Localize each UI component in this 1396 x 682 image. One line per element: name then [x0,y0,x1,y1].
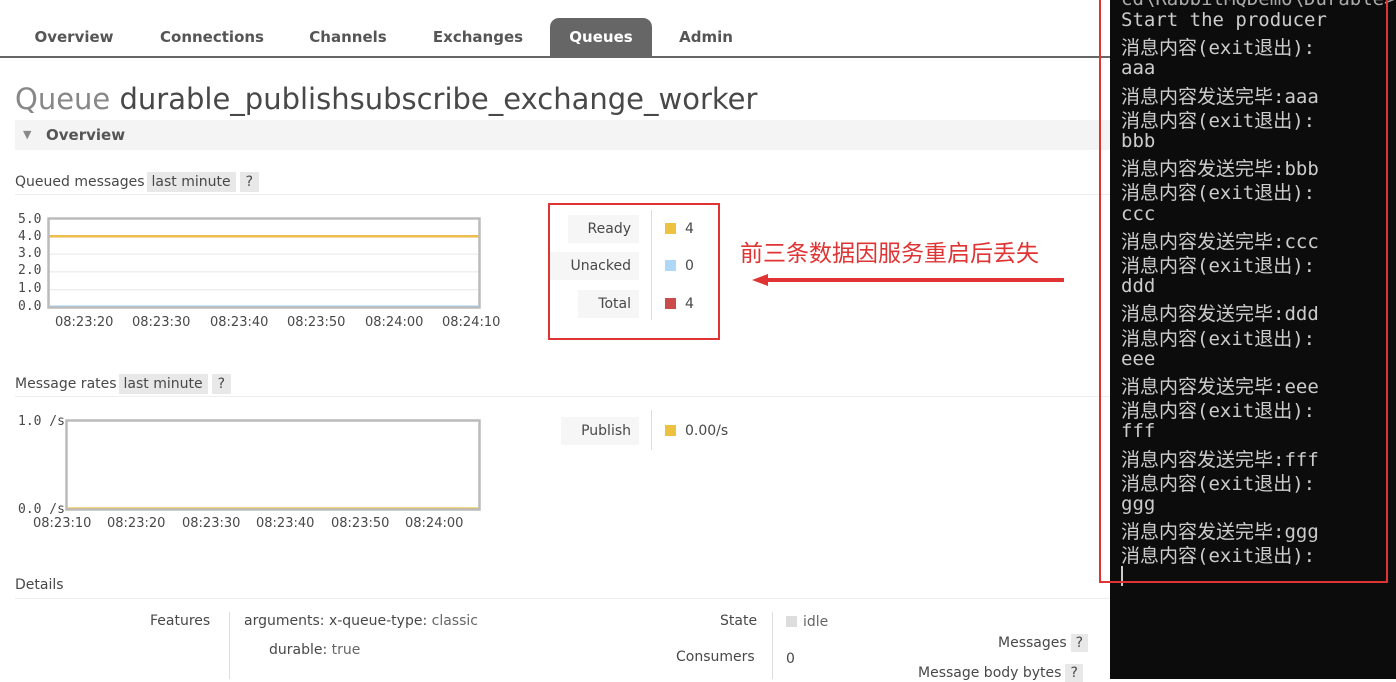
divider [15,598,1110,599]
queued-messages-chart [47,217,481,309]
body-bytes-label: Message body bytes? [918,664,1083,682]
queued-messages-title: Queued messages [15,174,145,190]
divider [15,194,1110,195]
tab-channels[interactable]: Channels [298,18,398,56]
consumers-label: Consumers [676,649,755,665]
tab-overview[interactable]: Overview [18,18,130,56]
details-title: Details [15,577,64,593]
queued-range-selector[interactable]: last minute [146,172,236,192]
x-tick: 08:23:30 [132,315,191,330]
highlight-box-terminal [1099,0,1388,583]
message-rates-title: Message rates [15,376,117,392]
tab-exchanges[interactable]: Exchanges [420,18,536,56]
nav-divider [0,56,1110,58]
tab-connections[interactable]: Connections [150,18,274,56]
details-separator [229,612,230,679]
x-tick: 08:23:50 [287,315,346,330]
queue-name: durable_publishsubscribe_exchange_worker [119,82,758,116]
queued-help-button[interactable]: ? [239,172,260,192]
collapse-triangle-icon: ▼ [23,128,32,141]
arguments-key: arguments: [244,613,325,629]
y-tick: 0.0 [18,299,42,314]
legend-separator [651,410,652,450]
consumers-value: 0 [786,651,795,667]
queued-messages-header: Queued messages last minute? [15,172,260,192]
x-tick: 08:24:00 [365,315,424,330]
queue-type-value: classic [431,613,478,629]
y-tick: 1.0 /s [18,414,65,429]
x-tick: 08:23:20 [107,516,166,531]
messages-help-button[interactable]: ? [1070,634,1089,652]
rates-help-button[interactable]: ? [211,374,232,394]
legend-publish: Publish [540,417,639,445]
state-label: State [720,613,758,629]
x-tick: 08:24:00 [405,516,464,531]
durable-key: durable: [269,642,328,658]
top-nav: Overview Connections Channels Exchanges … [0,0,1110,58]
feature-durable: durable: true [269,642,360,658]
x-tick: 08:23:10 [33,516,92,531]
overview-section-label: Overview [46,126,126,144]
y-tick: 1.0 [18,281,42,296]
x-tick: 08:24:10 [442,315,501,330]
legend-label: Publish [561,417,639,445]
annotation-arrow [752,274,1064,286]
legend-publish-value: 0.00/s [665,423,728,439]
messages-label: Messages? [998,634,1089,652]
y-tick: 3.0 [18,246,42,261]
legend-value: 0.00/s [685,423,729,439]
durable-value: true [331,642,361,658]
features-label: Features [150,613,211,629]
body-bytes-help-button[interactable]: ? [1065,664,1083,682]
highlight-box-legend [548,203,720,340]
y-tick: 2.0 [18,263,42,278]
tab-admin[interactable]: Admin [668,18,744,56]
plot-frame [65,419,481,511]
x-tick: 08:23:30 [182,516,241,531]
divider [15,396,1110,397]
tab-queues[interactable]: Queues [550,18,652,56]
y-tick: 4.0 [18,229,42,244]
state-text: idle [803,614,829,630]
messages-text: Messages [998,635,1067,651]
x-tick: 08:23:40 [210,315,269,330]
feature-arguments: arguments: x-queue-type: classic [244,613,478,629]
x-tick: 08:23:40 [256,516,315,531]
state-value: idle [786,614,828,630]
overview-section-toggle[interactable]: ▼ Overview [15,120,1110,150]
y-tick: 0.0 /s [18,502,65,517]
annotation-text: 前三条数据因服务重启后丢失 [740,241,1039,267]
idle-status-icon [786,616,797,627]
page-title: Queue durable_publishsubscribe_exchange_… [15,82,757,116]
queue-type-key: x-queue-type: [328,613,428,629]
x-tick: 08:23:50 [331,516,390,531]
y-tick: 5.0 [18,212,42,227]
message-rates-header: Message rates last minute? [15,374,232,394]
swatch-publish [665,425,676,436]
x-tick: 08:23:20 [55,315,114,330]
plot-frame [47,217,481,309]
details-separator [772,612,773,679]
page-title-prefix: Queue [15,82,111,116]
message-rates-chart [65,419,481,511]
rates-range-selector[interactable]: last minute [118,374,208,394]
